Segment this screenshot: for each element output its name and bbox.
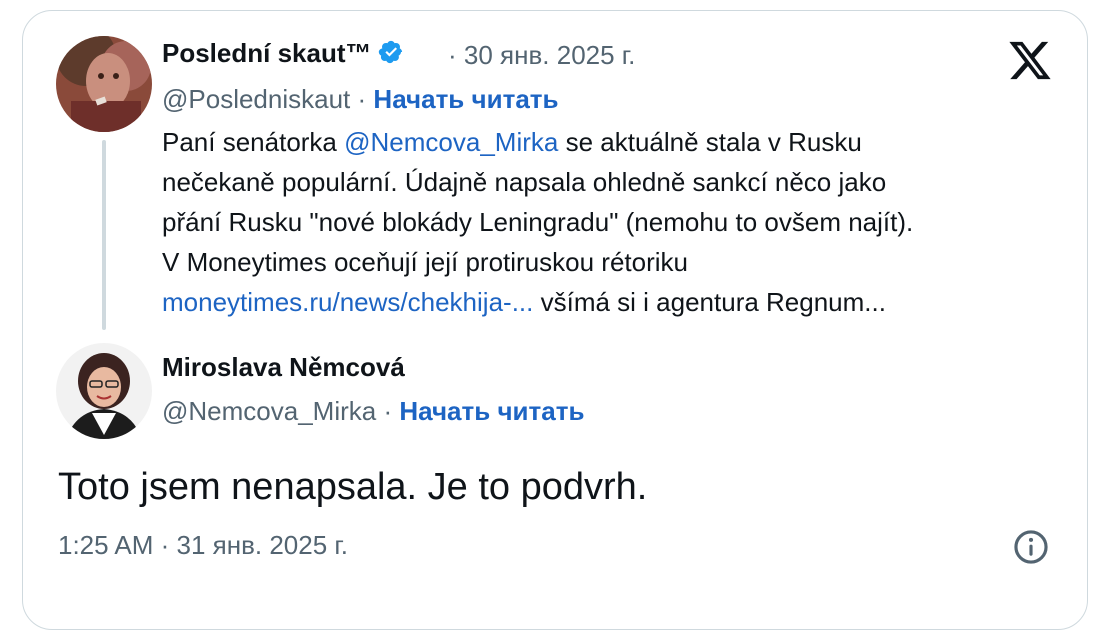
tweet-timestamp-2[interactable]: 1:25 AM · 31 янв. 2025 г. xyxy=(58,530,348,561)
body-line-4: V Moneytimes oceňují její protiruskou ré… xyxy=(162,247,689,277)
date-text: 30 янв. 2025 г. xyxy=(463,40,636,70)
text-span: všímá si i agentura Regnum... xyxy=(533,287,886,317)
text-span: se aktuálně stala v Rusku xyxy=(558,127,862,157)
follow-button-2[interactable]: Начать читать xyxy=(399,396,584,426)
nemcova-avatar[interactable] xyxy=(56,343,152,439)
separator: · xyxy=(357,84,367,114)
mention-link[interactable]: @Nemcova_Mirka xyxy=(344,127,558,157)
author-handle-1[interactable]: @Posledniskaut xyxy=(162,84,350,114)
follow-button-1[interactable]: Начать читать xyxy=(373,84,558,114)
body-line-3: přání Rusku "nové blokády Leningradu" (n… xyxy=(162,207,914,237)
info-icon[interactable] xyxy=(1012,528,1050,566)
handle-row-2: @Nemcova_Mirka · Начать читать xyxy=(162,396,584,427)
tweet-body-2: Toto jsem nenapsala. Je to podvrh. xyxy=(58,466,648,508)
author-name-2[interactable]: Miroslava Němcová xyxy=(162,352,405,383)
separator: · xyxy=(383,396,393,426)
body-line-5: moneytimes.ru/news/chekhija-... všímá si… xyxy=(162,282,1062,322)
author-handle-2[interactable]: @Nemcova_Mirka xyxy=(162,396,376,426)
tweet-body-1: Paní senátorka @Nemcova_Mirka se aktuáln… xyxy=(162,122,1062,322)
posledniskaut-avatar[interactable] xyxy=(56,36,152,132)
body-line-1: Paní senátorka @Nemcova_Mirka se aktuáln… xyxy=(162,122,1062,162)
url-link[interactable]: moneytimes.ru/news/chekhija-... xyxy=(162,287,533,317)
separator: · xyxy=(448,40,457,70)
handle-row-1: @Posledniskaut · Начать читать xyxy=(162,84,559,115)
verified-badge-icon xyxy=(378,39,404,72)
author-name-text: Poslední skaut™ xyxy=(162,38,372,68)
text-span: Paní senátorka xyxy=(162,127,345,157)
x-logo-icon[interactable] xyxy=(1006,40,1054,82)
author-name-1[interactable]: Poslední skaut™ xyxy=(162,38,404,72)
thread-connector-line xyxy=(102,140,106,330)
avatar-image-2 xyxy=(56,343,152,439)
avatar-image-1 xyxy=(56,36,152,132)
body-line-2: nečekaně populární. Údajně napsala ohled… xyxy=(162,167,887,197)
tweet-date-1[interactable]: · 30 янв. 2025 г. xyxy=(448,40,635,71)
